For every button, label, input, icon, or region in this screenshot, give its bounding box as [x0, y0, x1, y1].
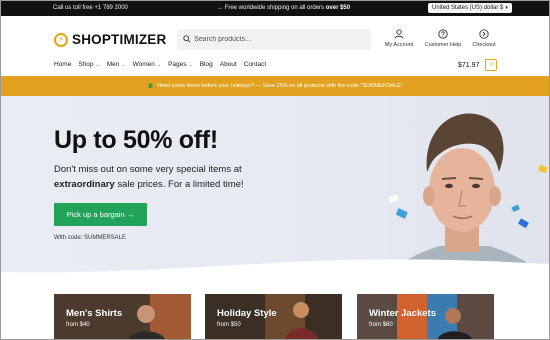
hero-subtext-bold: extraordinary [54, 179, 115, 190]
mini-cart[interactable]: $71.97 0 [458, 59, 498, 71]
top-bar: Call us toll free +1 789 2000 → Free wor… [1, 1, 549, 16]
nav-item-pages[interactable]: Pages ⌄ [168, 61, 193, 68]
nav-item-label: Pages [168, 61, 187, 68]
shipping-amount: over $50 [325, 5, 351, 11]
main-navigation: Home Shop ⌄ Men ⌄ Women ⌄ Pages ⌄ Blog About… [54, 61, 273, 68]
category-price: from $40 [66, 322, 90, 328]
nav-item-home[interactable]: Home [54, 61, 71, 68]
chevron-down-icon: ⌄ [188, 61, 193, 68]
category-title: Men's Shirts [66, 308, 123, 319]
coupon-code-text: With code: SUMMERSALE [54, 235, 127, 241]
customer-help-label: Customer Help [424, 42, 462, 48]
hero-wave-divider [1, 259, 549, 276]
nav-item-label: Women [132, 61, 155, 68]
promo-text: Need some items before your holidays? — … [157, 83, 403, 89]
my-account-label: My Account [384, 42, 414, 48]
category-card-holiday-style[interactable]: Holiday Style from $50 [205, 294, 342, 339]
promo-banner: 🎄 Need some items before your holidays? … [1, 76, 549, 96]
chevron-down-icon: ⌄ [121, 61, 126, 68]
cart-total: $71.97 [458, 61, 480, 69]
nav-item-blog[interactable]: Blog [200, 61, 213, 68]
currency-selector[interactable]: United States (US) dollar $ ▾ [428, 3, 512, 13]
lightning-bolt-icon: ⚡ [54, 32, 68, 47]
customer-help-link[interactable]: Customer Help [423, 29, 463, 48]
help-icon [438, 29, 448, 39]
chevron-down-icon: ▾ [505, 5, 508, 11]
brand-name: SHOPTIMIZER [72, 32, 167, 47]
nav-item-women[interactable]: Women ⌄ [133, 61, 161, 68]
nav-item-label: Men [106, 61, 120, 68]
nav-item-shop[interactable]: Shop ⌄ [78, 61, 99, 68]
nav-item-men[interactable]: Men ⌄ [107, 61, 126, 68]
nav-item-contact[interactable]: Contact [244, 61, 266, 68]
category-price: from $60 [369, 322, 393, 328]
nav-item-label: Blog [199, 61, 213, 68]
site-logo[interactable]: ⚡ SHOPTIMIZER [54, 32, 166, 47]
hero-section: Up to 50% off! Don't miss out on some ve… [1, 96, 549, 276]
nav-item-label: About [219, 61, 237, 68]
my-account-link[interactable]: My Account [384, 29, 414, 48]
category-title: Winter Jackets [369, 308, 436, 319]
arrow-right-circle-icon [479, 29, 489, 39]
free-shipping-notice: → Free worldwide shipping on all orders … [217, 5, 350, 11]
christmas-tree-icon: 🎄 [147, 83, 155, 89]
category-price: from $50 [217, 322, 241, 328]
pick-up-bargain-button[interactable]: Pick up a bargain → [54, 203, 147, 226]
hero-headline: Up to 50% off! [54, 126, 218, 154]
nav-item-about[interactable]: About [220, 61, 237, 68]
currency-label: United States (US) dollar $ [432, 5, 504, 11]
checkout-label: Checkout [472, 42, 496, 48]
hero-subtext: Don't miss out on some very special item… [54, 162, 254, 192]
search-bar [177, 29, 371, 50]
chevron-down-icon: ⌄ [95, 61, 100, 68]
nav-item-label: Shop [78, 61, 94, 68]
category-card-winter-jackets[interactable]: Winter Jackets from $60 [357, 294, 494, 339]
checkout-link[interactable]: Checkout [471, 29, 497, 48]
cart-count-badge: 0 [485, 59, 498, 71]
nav-item-label: Home [54, 61, 72, 68]
toll-free-phone[interactable]: Call us toll free +1 789 2000 [53, 5, 128, 11]
browser-viewport: Call us toll free +1 789 2000 → Free wor… [0, 0, 550, 340]
user-icon [394, 29, 404, 39]
shipping-text: → Free worldwide shipping on all orders [217, 5, 325, 11]
nav-item-label: Contact [243, 61, 267, 68]
search-input[interactable] [194, 32, 364, 47]
hero-subtext-part1: Don't miss out on some very special item… [54, 164, 242, 175]
search-icon [183, 35, 191, 43]
category-card-mens-shirts[interactable]: Men's Shirts from $40 [54, 294, 191, 339]
hero-subtext-part2: sale prices. For a limited time! [117, 179, 244, 190]
chevron-down-icon: ⌄ [156, 61, 162, 68]
category-title: Holiday Style [217, 308, 277, 319]
